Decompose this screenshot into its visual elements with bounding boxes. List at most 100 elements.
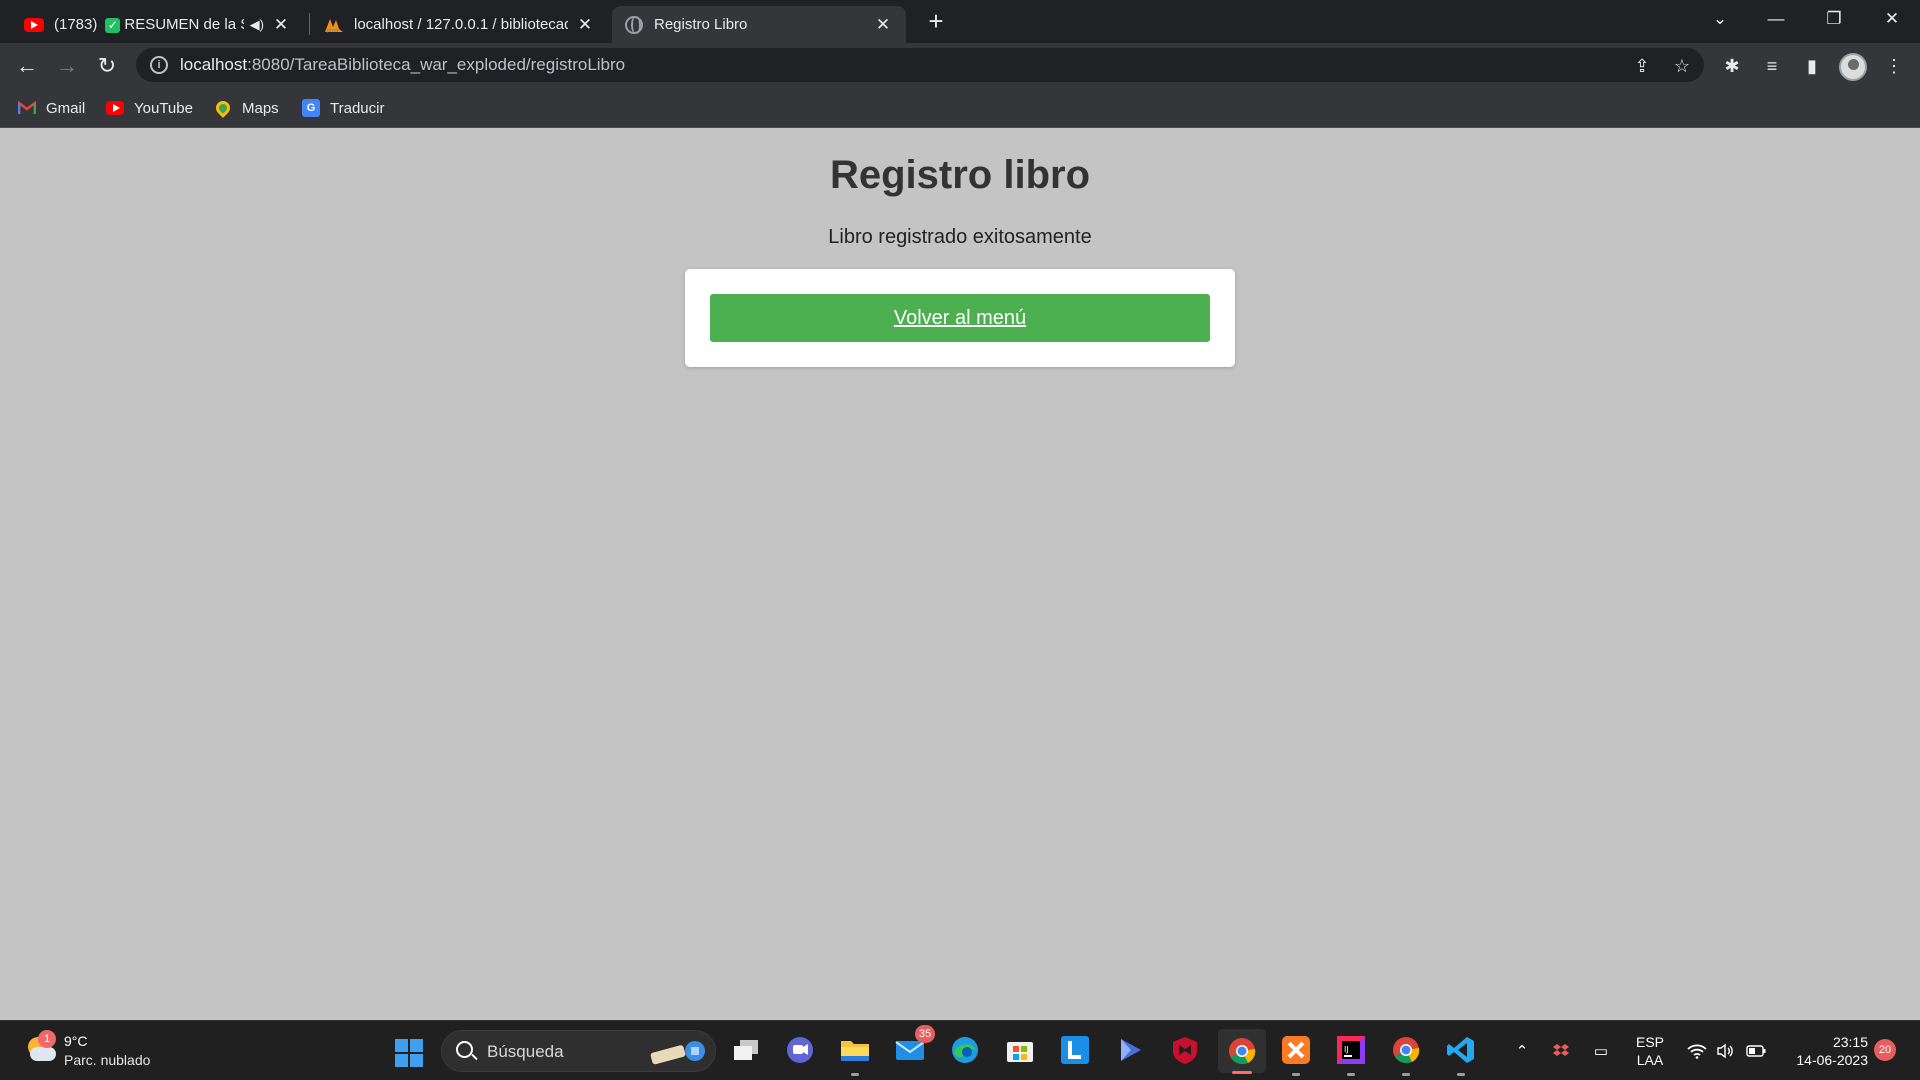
mcafee-icon[interactable] [1168,1033,1202,1067]
running-indicator [1402,1073,1410,1076]
input-language[interactable]: ESP LAA [1636,1033,1664,1069]
tab-title: (1783) [54,16,98,33]
speaker-icon[interactable]: ◀) [250,17,264,33]
close-tab-icon[interactable]: ✕ [270,14,292,36]
volume-icon[interactable] [1714,1040,1736,1062]
tab-title: Registro Libro [654,16,748,33]
search-placeholder: Búsqueda [487,1042,564,1061]
battery-icon[interactable] [1745,1040,1767,1062]
tab-registro-libro[interactable]: Registro Libro ✕ [612,6,906,43]
translate-icon: G [302,99,320,117]
phpmyadmin-icon: pma [324,15,344,35]
share-icon[interactable]: ⇪ [1630,54,1654,78]
chevron-up-icon[interactable]: ⌃ [1511,1040,1533,1062]
microsoft-store-icon[interactable] [1003,1033,1037,1067]
weather-temperature[interactable]: 9°C [64,1033,88,1049]
close-tab-icon[interactable]: ✕ [574,14,596,36]
extensions-icon[interactable]: ✱ [1718,52,1746,80]
bookmark-maps[interactable]: Maps [213,96,279,120]
address-bar[interactable]: i localhost:8080/TareaBiblioteca_war_exp… [136,48,1704,82]
tab-separator [309,13,310,35]
windows-start-icon[interactable] [395,1039,423,1067]
globe-icon [624,15,644,35]
site-info-icon[interactable]: i [150,56,168,74]
side-panel-icon[interactable]: ▮ [1798,52,1826,80]
taskbar: 1 9°C Parc. nublado Búsqueda 35 IJ ⌃ ▭ E… [0,1020,1920,1080]
tab-strip: (1783) ✓RESUMEN de la SE ◀) ✕ pma localho… [0,0,1920,43]
taskbar-search[interactable]: Búsqueda [441,1030,716,1072]
mail-badge: 35 [915,1025,935,1043]
xampp-icon[interactable] [1279,1033,1313,1076]
task-view-icon[interactable] [729,1033,763,1067]
clock-time: 23:15 [1832,1034,1868,1050]
profile-avatar[interactable] [1839,53,1867,81]
forward-icon[interactable]: → [52,51,82,81]
running-indicator [851,1073,859,1076]
url-host: localhost [180,55,248,74]
minimize-button[interactable]: — [1748,0,1804,38]
tab-phpmyadmin[interactable]: pma localhost / 127.0.0.1 / bibliotecad … [312,6,608,43]
teams-chat-icon[interactable] [783,1033,817,1067]
running-indicator [1292,1073,1300,1076]
search-highlight-icon [650,1041,705,1065]
chrome-icon[interactable] [1389,1033,1423,1076]
bookmark-label: Maps [242,99,279,117]
page-title: Registro libro [829,153,1091,197]
language-code: ESP [1636,1034,1665,1050]
system-clock[interactable]: 23:15 14-06-2023 [1782,1033,1868,1069]
bookmark-gmail[interactable]: Gmail [18,96,85,120]
back-icon[interactable]: ← [12,51,42,81]
bookmark-label: YouTube [134,99,193,117]
power-automate-icon[interactable] [1113,1033,1147,1067]
url-path: :8080/TareaBiblioteca_war_exploded/regis… [247,55,626,74]
weather-condition[interactable]: Parc. nublado [64,1052,150,1068]
notification-badge[interactable]: 20 [1874,1039,1896,1061]
youtube-icon [24,15,44,35]
bookmarks-bar: Gmail YouTube Maps G Traducir [0,88,1920,128]
success-message: Libro registrado exitosamente [828,226,1092,248]
tab-youtube[interactable]: (1783) ✓RESUMEN de la SE ◀) ✕ [12,6,304,43]
vscode-icon[interactable] [1444,1033,1478,1076]
svg-text:IJ: IJ [1344,1045,1349,1054]
bookmark-youtube[interactable]: YouTube [106,96,193,120]
tab-search-icon[interactable]: ⌄ [1692,0,1748,38]
menu-kebab-icon[interactable]: ⋮ [1880,52,1908,80]
wifi-icon[interactable] [1686,1040,1708,1062]
active-indicator [1232,1071,1252,1074]
back-to-menu-button[interactable]: Volver al menú [710,294,1210,342]
bookmark-traducir[interactable]: G Traducir [302,96,384,120]
clock-date: 14-06-2023 [1796,1052,1868,1068]
gmail-icon [18,99,36,117]
tab-title: localhost / 127.0.0.1 / bibliotecad [354,16,568,33]
weather-badge: 1 [38,1030,56,1048]
reload-icon[interactable]: ↻ [92,51,122,81]
search-icon [456,1041,473,1058]
dropbox-icon[interactable] [1550,1040,1572,1062]
close-window-button[interactable]: ✕ [1864,0,1920,38]
mail-icon[interactable]: 35 [893,1025,935,1067]
youtube-icon [106,99,124,117]
edge-browser-icon[interactable] [948,1033,982,1067]
new-tab-button[interactable]: + [922,8,950,36]
close-tab-icon[interactable]: ✕ [872,14,894,36]
maps-icon [213,98,233,118]
intellij-icon[interactable]: IJ [1334,1033,1368,1076]
lexi-app-icon[interactable] [1058,1033,1092,1067]
keyboard-layout: LAA [1636,1052,1664,1068]
bookmark-star-icon[interactable]: ☆ [1670,54,1694,78]
bookmark-label: Traducir [330,99,385,117]
tab-title-extra: RESUMEN de la SE [124,16,243,33]
page-viewport: Registro libro Libro registrado exitosam… [0,129,1920,1020]
media-controls-icon[interactable]: ≡ [1758,52,1786,80]
chrome-active-icon[interactable] [1218,1029,1266,1074]
running-indicator [1457,1073,1465,1076]
checkmark-icon: ✓ [105,18,121,33]
action-card: Volver al menú [685,269,1235,367]
url-text[interactable]: localhost:8080/TareaBiblioteca_war_explo… [180,55,625,75]
svg-text:pma: pma [327,28,338,33]
file-explorer-icon[interactable] [838,1033,872,1076]
restore-button[interactable]: ❐ [1806,0,1862,38]
bookmark-label: Gmail [46,99,86,117]
running-indicator [1347,1073,1355,1076]
display-icon[interactable]: ▭ [1590,1040,1612,1062]
